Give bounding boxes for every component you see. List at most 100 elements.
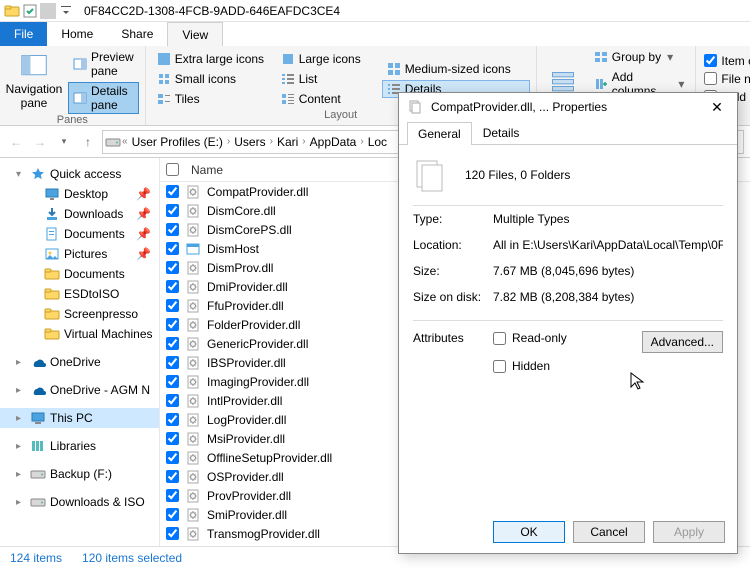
nav-item[interactable]: ▸This PC <box>0 408 159 428</box>
prop-type: Multiple Types <box>493 212 723 226</box>
group-by-button[interactable]: Group by▾ <box>589 48 690 66</box>
window-title: 0F84CC2D-1308-4FCB-9ADD-646EAFDC3CE4 <box>84 4 340 18</box>
layout-large[interactable]: Large icons <box>276 50 376 68</box>
nav-item[interactable]: ▸Downloads & ISO <box>0 492 159 512</box>
file-checkbox[interactable] <box>166 337 179 350</box>
tab-home[interactable]: Home <box>47 22 107 46</box>
file-checkbox[interactable] <box>166 318 179 331</box>
large-icons-icon <box>281 52 295 66</box>
dialog-tab-details[interactable]: Details <box>472 121 531 144</box>
nav-item[interactable]: ▸OneDrive <box>0 352 159 372</box>
item-checkboxes-toggle[interactable]: Item c <box>702 53 750 69</box>
pin-icon: 📌 <box>136 187 151 201</box>
preview-pane-button[interactable]: Preview pane <box>68 48 139 80</box>
chevron-down-icon: ▾ <box>667 50 673 64</box>
nav-item[interactable]: ▾Quick access <box>0 164 159 184</box>
nav-back-button[interactable]: ← <box>6 132 26 152</box>
prop-size-on-disk: 7.82 MB (8,208,384 bytes) <box>493 290 723 304</box>
nav-recent-button[interactable]: ▾ <box>54 132 74 152</box>
nav-item[interactable]: ▸Backup (F:) <box>0 464 159 484</box>
nav-forward-button[interactable]: → <box>30 132 50 152</box>
group-icon <box>594 50 608 64</box>
folder-icon <box>4 3 20 19</box>
multifile-large-icon <box>413 157 449 193</box>
small-icons-icon <box>157 72 171 86</box>
dialog-tab-general[interactable]: General <box>407 122 472 145</box>
pin-icon: 📌 <box>136 247 151 261</box>
nav-up-button[interactable]: ↑ <box>78 132 98 152</box>
tab-file[interactable]: File <box>0 22 47 46</box>
file-checkbox[interactable] <box>166 508 179 521</box>
hidden-checkbox[interactable]: Hidden <box>493 359 723 373</box>
layout-extra-large[interactable]: Extra large icons <box>152 50 270 68</box>
prop-location: All in E:\Users\Kari\AppData\Local\Temp\… <box>493 238 723 252</box>
menu-tabs: File Home Share View <box>0 22 750 46</box>
nav-item[interactable]: ▸Libraries <box>0 436 159 456</box>
window-titlebar: 0F84CC2D-1308-4FCB-9ADD-646EAFDC3CE4 <box>0 0 750 22</box>
nav-item[interactable]: Documents <box>0 264 159 284</box>
file-checkbox[interactable] <box>166 451 179 464</box>
file-checkbox[interactable] <box>166 299 179 312</box>
nav-item[interactable]: ▸OneDrive - AGM N <box>0 380 159 400</box>
layout-content[interactable]: Content <box>276 90 376 108</box>
nav-item[interactable]: ESDtoISO <box>0 284 159 304</box>
multifile-icon <box>407 99 423 115</box>
chevron-down-icon: ▾ <box>678 77 684 91</box>
column-name[interactable]: Name <box>185 163 229 177</box>
add-columns-icon <box>594 77 608 91</box>
list-icon <box>281 72 295 86</box>
navigation-pane-icon <box>20 52 48 80</box>
file-checkbox[interactable] <box>166 527 179 540</box>
dialog-summary: 120 Files, 0 Folders <box>465 168 570 182</box>
file-checkbox[interactable] <box>166 261 179 274</box>
preview-pane-icon <box>73 57 87 71</box>
qat-dropdown-icon[interactable] <box>58 3 74 19</box>
file-checkbox[interactable] <box>166 470 179 483</box>
properties-dialog: CompatProvider.dll, ... Properties ✕ Gen… <box>398 92 738 554</box>
file-checkbox[interactable] <box>166 489 179 502</box>
nav-item[interactable]: Screenpresso <box>0 304 159 324</box>
status-selected-count: 120 items selected <box>82 551 182 565</box>
layout-small[interactable]: Small icons <box>152 70 270 88</box>
status-item-count: 124 items <box>10 551 62 565</box>
file-checkbox[interactable] <box>166 413 179 426</box>
file-checkbox[interactable] <box>166 204 179 217</box>
navigation-tree[interactable]: ▾Quick accessDesktop📌Downloads📌Documents… <box>0 158 160 546</box>
nav-item[interactable]: Virtual Machines <box>0 324 159 344</box>
select-all-checkbox[interactable] <box>166 163 179 176</box>
dialog-titlebar[interactable]: CompatProvider.dll, ... Properties ✕ <box>399 93 737 121</box>
file-checkbox[interactable] <box>166 375 179 388</box>
cancel-button[interactable]: Cancel <box>573 521 645 543</box>
dialog-close-button[interactable]: ✕ <box>705 99 729 116</box>
file-checkbox[interactable] <box>166 356 179 369</box>
advanced-button[interactable]: Advanced... <box>642 331 723 353</box>
nav-item[interactable]: Downloads📌 <box>0 204 159 224</box>
content-icon <box>281 92 295 106</box>
readonly-checkbox[interactable]: Read-only <box>493 331 634 345</box>
details-pane-button[interactable]: Details pane <box>68 82 139 114</box>
properties-icon[interactable] <box>22 3 38 19</box>
nav-item[interactable]: Pictures📌 <box>0 244 159 264</box>
layout-list[interactable]: List <box>276 70 376 88</box>
file-checkbox[interactable] <box>166 242 179 255</box>
prop-size: 7.67 MB (8,045,696 bytes) <box>493 264 723 278</box>
file-checkbox[interactable] <box>166 280 179 293</box>
file-checkbox[interactable] <box>166 394 179 407</box>
layout-tiles[interactable]: Tiles <box>152 90 270 108</box>
tab-view[interactable]: View <box>167 22 223 46</box>
nav-item[interactable]: Desktop📌 <box>0 184 159 204</box>
file-checkbox[interactable] <box>166 185 179 198</box>
file-checkbox[interactable] <box>166 432 179 445</box>
filename-ext-toggle[interactable]: File n <box>702 71 750 87</box>
pin-icon: 📌 <box>136 207 151 221</box>
layout-medium[interactable]: Medium-sized icons <box>382 60 530 78</box>
file-checkbox[interactable] <box>166 223 179 236</box>
nav-item[interactable]: Documents📌 <box>0 224 159 244</box>
tab-share[interactable]: Share <box>107 22 167 46</box>
drive-icon <box>105 134 121 150</box>
medium-icons-icon <box>387 62 401 76</box>
apply-button[interactable]: Apply <box>653 521 725 543</box>
chevron-left-icon[interactable]: « <box>121 136 129 147</box>
navigation-pane-button[interactable]: Navigation pane <box>6 48 62 114</box>
ok-button[interactable]: OK <box>493 521 565 543</box>
